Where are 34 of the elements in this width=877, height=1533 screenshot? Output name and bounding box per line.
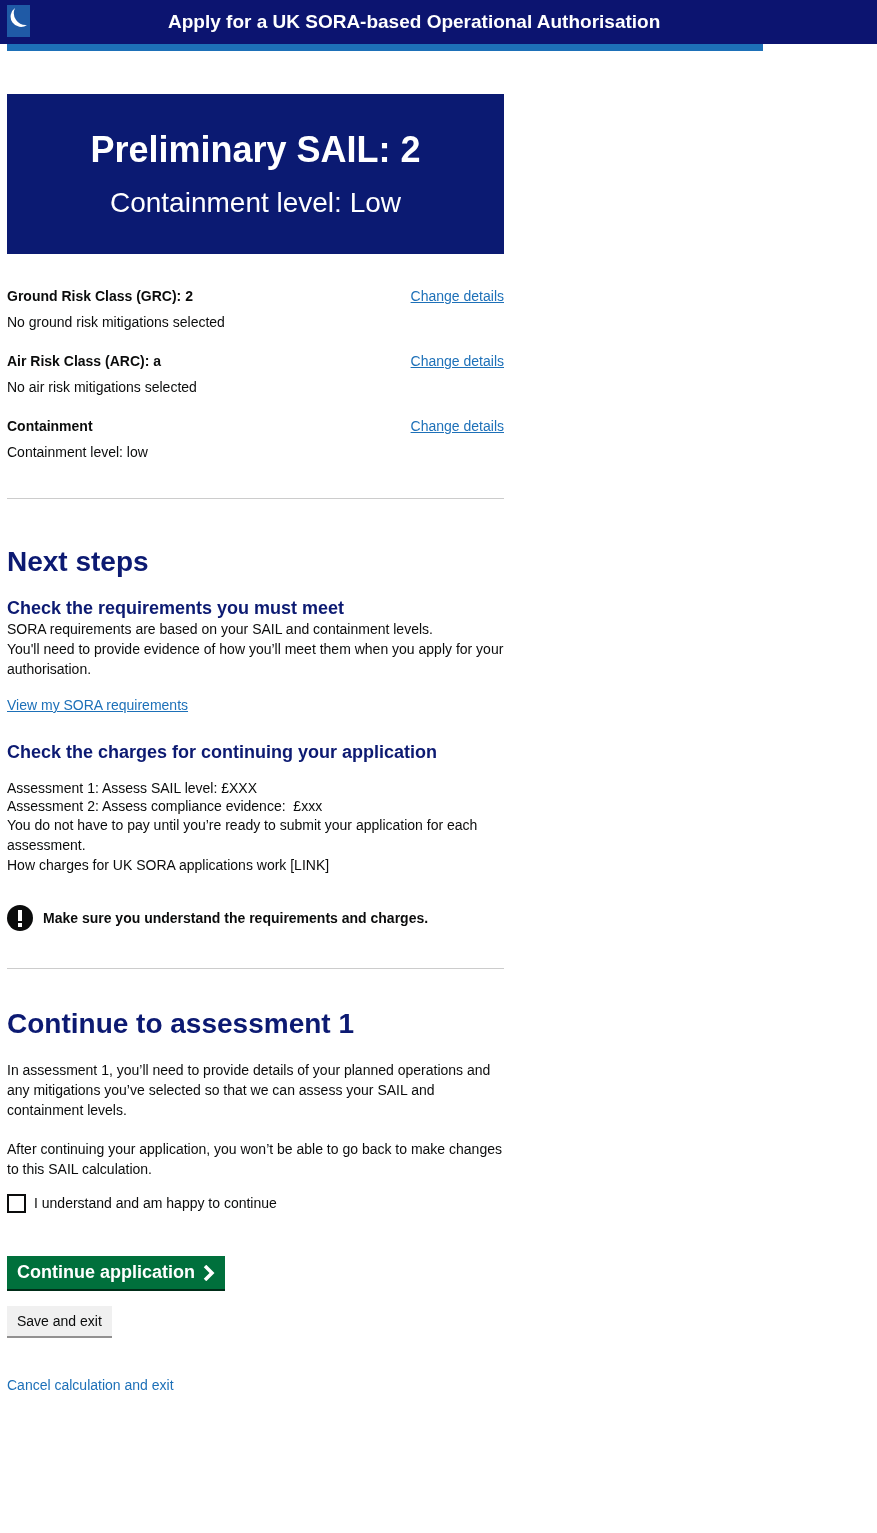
cancel-link[interactable]: Cancel calculation and exit: [7, 1375, 504, 1395]
charge-line: Assessment 2: Assess compliance evidence: £xxx: [7, 797, 324, 815]
warning-text: Make sure you understand the requirements and charges.: [43, 908, 429, 928]
summary-label: Containment: [7, 417, 94, 436]
body-text: You do not have to pay until you’re ready to submit your application for each assessment.: [7, 816, 479, 855]
body-text: After continuing your application, you won’t be able to go back to make changes to this SAIL calculation.: [7, 1140, 503, 1179]
change-details-link[interactable]: Change details: [410, 416, 504, 436]
body-text: How charges for UK SORA applications work [LINK]: [7, 856, 331, 875]
section-heading: Continue to assessment 1: [7, 1007, 355, 1041]
change-details-link[interactable]: Change details: [410, 351, 504, 371]
containment-subtitle: Containment level: Low: [109, 186, 401, 220]
summary-label: Ground Risk Class (GRC): 2: [7, 287, 194, 306]
subsection-heading: Check the charges for continuing your application: [7, 741, 439, 763]
checkbox[interactable]: [7, 1194, 26, 1213]
warning-icon: [7, 905, 33, 931]
body-text: You'll need to provide evidence of how you’ll meet them when you apply for your authorisation.: [7, 640, 504, 679]
summary-value: No air risk mitigations selected: [7, 378, 197, 397]
save-exit-button[interactable]: Save and exit: [7, 1306, 112, 1338]
summary-label: Air Risk Class (ARC): a: [7, 352, 163, 371]
logo-icon: [7, 5, 30, 37]
summary-value: No ground risk mitigations selected: [7, 313, 225, 332]
body-text: In assessment 1, you’ll need to provide details of your planned operations and any mitigations you’ve selected so that we can assess your SAIL and containment levels.: [7, 1061, 492, 1120]
section-heading: Next steps: [7, 545, 150, 579]
page-title: Apply for a UK SORA-based Operational Authorisation: [168, 9, 661, 34]
checkbox-label: I understand and am happy to continue: [34, 1194, 277, 1213]
body-text: SORA requirements are based on your SAIL and containment levels.: [7, 620, 434, 639]
summary-value: Containment level: low: [7, 443, 148, 462]
continue-button[interactable]: Continue application: [7, 1256, 225, 1291]
sail-heading: Preliminary SAIL: 2: [90, 128, 421, 172]
requirements-link[interactable]: View my SORA requirements: [7, 695, 504, 715]
subsection-heading: Check the requirements you must meet: [7, 597, 346, 619]
charge-line: Assessment 1: Assess SAIL level: £XXX: [7, 779, 259, 797]
change-details-link[interactable]: Change details: [410, 286, 504, 306]
chevron-icon: [203, 1264, 215, 1281]
